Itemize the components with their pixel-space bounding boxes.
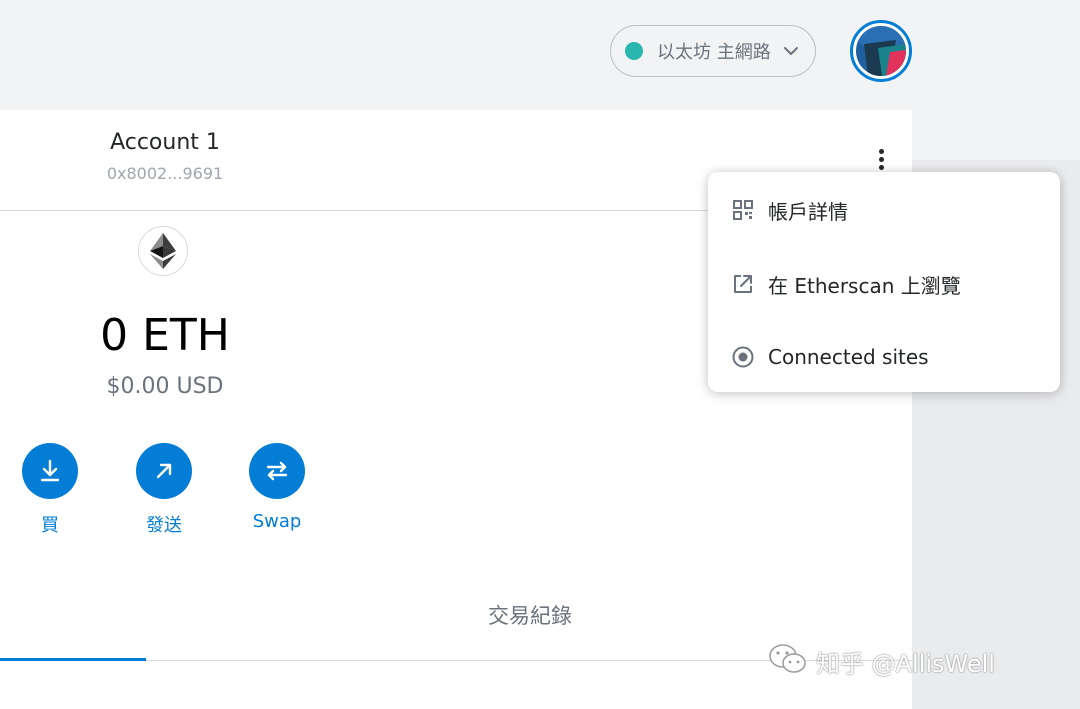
swap-icon bbox=[249, 443, 305, 499]
menu-item-label: 在 Etherscan 上瀏覽 bbox=[768, 273, 961, 298]
account-options-menu: 帳戶詳情 在 Etherscan 上瀏覽 Connected sites bbox=[708, 172, 1060, 392]
arrow-up-right-icon bbox=[136, 443, 192, 499]
account-details[interactable]: Account 1 0x8002...9691 bbox=[60, 126, 270, 183]
external-link-icon bbox=[732, 273, 754, 295]
menu-item-view-on-etherscan[interactable]: 在 Etherscan 上瀏覽 bbox=[732, 266, 961, 302]
eth-logo-icon bbox=[138, 226, 188, 276]
watermark: 知乎 @AllisWell bbox=[768, 642, 995, 680]
buy-label: 買 bbox=[41, 515, 59, 536]
wechat-icon bbox=[768, 642, 808, 680]
menu-item-connected-sites[interactable]: Connected sites bbox=[732, 339, 929, 375]
download-icon bbox=[22, 443, 78, 499]
network-name: 以太坊 主網路 bbox=[657, 42, 771, 63]
network-selector[interactable]: 以太坊 主網路 bbox=[610, 25, 816, 77]
token-balance: 0 ETH bbox=[100, 310, 230, 361]
buy-button[interactable]: 買 bbox=[10, 443, 90, 537]
tab-activity[interactable]: 交易紀錄 bbox=[430, 600, 630, 630]
menu-item-label: Connected sites bbox=[768, 345, 929, 369]
account-address: 0x8002...9691 bbox=[106, 164, 224, 183]
menu-item-account-details[interactable]: 帳戶詳情 bbox=[732, 192, 848, 228]
network-status-dot bbox=[625, 42, 643, 60]
account-identicon bbox=[856, 26, 906, 76]
account-name: Account 1 bbox=[110, 130, 220, 155]
account-avatar[interactable] bbox=[850, 20, 912, 82]
watermark-text: 知乎 @AllisWell bbox=[816, 649, 995, 678]
kebab-menu-icon[interactable] bbox=[866, 144, 896, 174]
fiat-balance: $0.00 USD bbox=[106, 374, 224, 399]
tab-assets-indicator bbox=[0, 658, 146, 661]
swap-button[interactable]: Swap bbox=[237, 443, 317, 532]
swap-label: Swap bbox=[252, 511, 302, 532]
qr-code-icon bbox=[732, 199, 754, 221]
send-button[interactable]: 發送 bbox=[124, 443, 204, 537]
send-label: 發送 bbox=[146, 515, 182, 536]
radio-dot-icon bbox=[732, 346, 754, 368]
menu-item-label: 帳戶詳情 bbox=[768, 199, 848, 224]
chevron-down-icon bbox=[781, 41, 801, 61]
